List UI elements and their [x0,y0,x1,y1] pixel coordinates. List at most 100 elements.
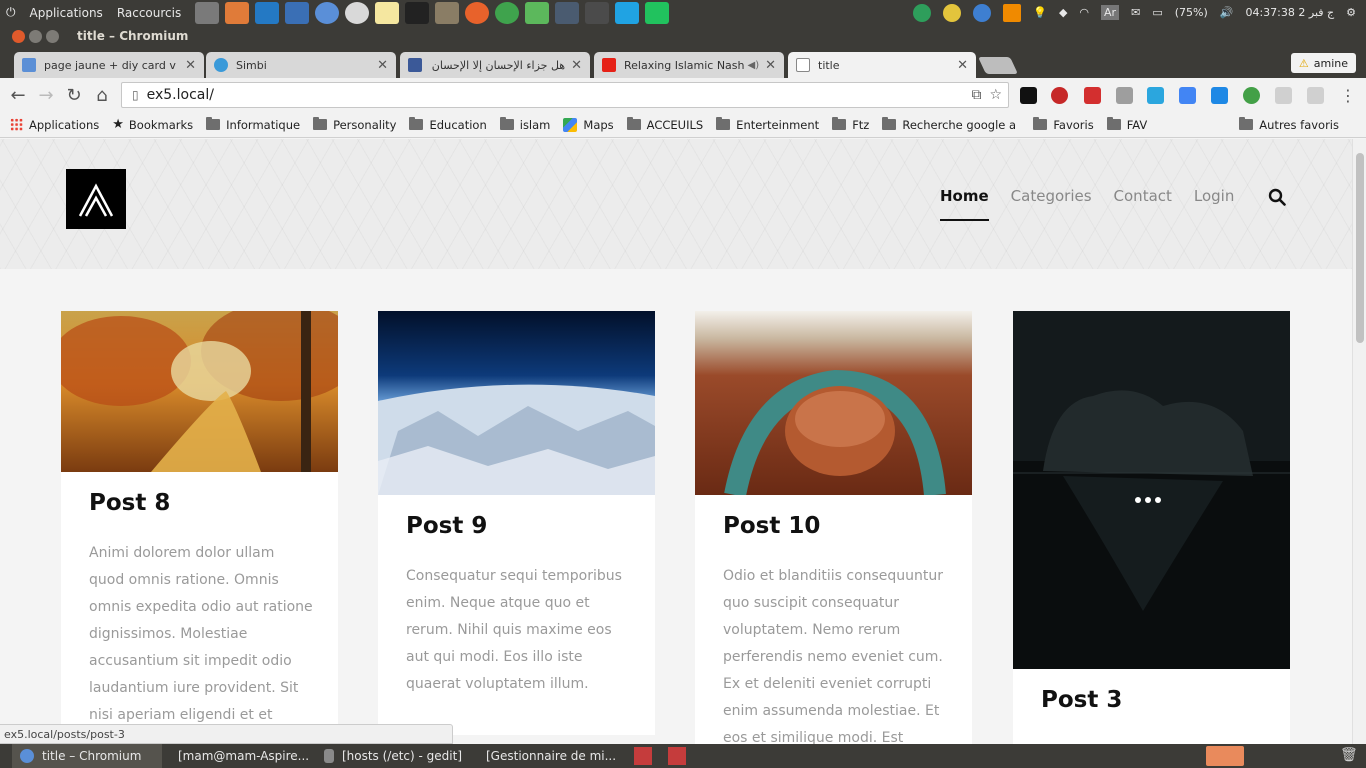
nav-contact[interactable]: Contact [1114,187,1172,221]
menu-dots-icon[interactable]: ⋮ [1340,86,1356,105]
dropbox-icon[interactable]: ◆ [1059,6,1067,19]
post-title[interactable]: Post 3 [1041,687,1262,713]
terminal-icon[interactable] [555,1,580,24]
bookmark-folder-informatique[interactable]: Informatique [206,117,300,132]
post-card[interactable]: Post 8 Animi dolorem dolor ullam quod om… [61,311,338,744]
extension-cast-icon[interactable] [1275,87,1292,104]
keyboard-layout[interactable]: Ar [1101,5,1120,20]
checklist-icon[interactable] [525,1,550,24]
forward-arrow-icon[interactable]: → [32,85,60,106]
task-software-manager[interactable]: [Gestionnaire de mi... [470,744,624,768]
post-title[interactable]: Post 9 [406,513,627,539]
post-thumbnail-dark-island[interactable] [1013,311,1290,669]
post-thumbnail-autumn-forest[interactable] [61,311,338,472]
site-logo[interactable] [66,169,126,229]
show-desktop-icon[interactable] [0,744,12,768]
tab-facebook-post[interactable]: هل جزاء الإحسان إلا الإحسان ✕ [400,52,590,78]
post-thumbnail-canyon[interactable] [695,311,972,495]
search-icon[interactable] [1268,188,1286,206]
extension-window-icon[interactable] [1147,87,1164,104]
bookmark-folder-personality[interactable]: Personality [313,117,396,132]
sublime-icon[interactable] [585,1,610,24]
post-card[interactable]: Post 9 Consequatur sequi temporibus enim… [378,311,655,735]
post-title[interactable]: Post 10 [723,513,944,539]
bookmark-folder-fav[interactable]: FAV [1106,117,1147,132]
minimize-window-button[interactable] [29,29,42,43]
bookmark-folder-education[interactable]: Education [409,117,487,132]
lightbulb-icon[interactable]: 💡 [1033,6,1047,19]
workspace-icon[interactable] [634,747,652,765]
nav-login[interactable]: Login [1194,187,1234,221]
translate-icon[interactable]: ⧉ [971,87,981,103]
post-title[interactable]: Post 8 [89,490,310,516]
calculator-icon[interactable] [195,1,220,24]
bookmark-applications[interactable]: Applications [10,118,99,132]
workspace-icon[interactable] [668,747,686,765]
task-gedit[interactable]: [hosts (/etc) - gedit] [316,744,470,768]
bookmark-bookmarks[interactable]: ★ Bookmarks [112,117,193,132]
tab-page-jaune[interactable]: page jaune + diy card v + w ✕ [14,52,204,78]
opera-icon[interactable] [345,1,370,24]
firefox-icon[interactable] [465,1,490,24]
mail-icon[interactable]: ✉ [1131,6,1140,19]
settings-gear-icon[interactable]: ⚙ [1346,6,1356,19]
url-text[interactable]: ex5.local/ [147,87,214,103]
bookmark-other-favorites[interactable]: Autres favoris [1239,117,1339,132]
new-tab-button[interactable] [978,57,1018,74]
page-info-icon[interactable]: ▯ [132,88,139,102]
extension-recycle-icon[interactable] [1243,87,1260,104]
tab-youtube-nasheed[interactable]: Relaxing Islamic Nashe ◀) ✕ [594,52,784,78]
reload-icon[interactable]: ↻ [60,85,88,106]
vscode-icon[interactable] [255,1,280,24]
page-scrollbar[interactable] [1352,139,1366,744]
chromium-icon[interactable] [315,1,340,24]
bookmark-folder-enterteinment[interactable]: Enterteinment [716,117,819,132]
extension-hi-icon[interactable] [1211,87,1228,104]
applications-menu[interactable]: Applications [30,6,103,20]
extension-bookmark-icon[interactable] [1084,87,1101,104]
volume-icon[interactable]: 🔊 [1220,6,1234,19]
extension-shield-icon[interactable] [1116,87,1133,104]
close-tab-icon[interactable]: ✕ [765,58,776,73]
inkscape-icon[interactable] [405,1,430,24]
extension-adblock-icon[interactable] [1051,87,1068,104]
audio-playing-icon[interactable]: ◀) [748,60,760,71]
close-window-button[interactable] [12,29,25,43]
wifi-icon[interactable]: ◠ [1079,6,1089,19]
pycharm-icon[interactable] [645,1,670,24]
power-icon[interactable]: ⏻ [6,5,16,20]
extension-google-translate-icon[interactable] [1179,87,1196,104]
task-terminal[interactable]: [mam@mam-Aspire... [162,744,316,768]
extension-move-icon[interactable] [1307,87,1324,104]
maximize-window-button[interactable] [46,29,59,43]
trash-icon[interactable]: 🗑 [1340,747,1358,763]
post-thumbnail-earth-from-space[interactable] [378,311,655,495]
weather-icon[interactable] [973,3,992,22]
battery-icon[interactable]: ▭ [1152,6,1162,19]
profile-button[interactable]: ⚠ amine [1290,53,1356,73]
back-arrow-icon[interactable]: ← [4,85,32,106]
files-icon[interactable] [225,1,250,24]
clock[interactable]: ج فبر 2 04:37:38 [1245,6,1334,19]
close-tab-icon[interactable]: ✕ [571,58,582,73]
tab-simbi[interactable]: Simbi ✕ [206,52,396,78]
task-chromium[interactable]: title – Chromium [12,744,162,768]
nav-categories[interactable]: Categories [1011,187,1092,221]
post-card[interactable]: Post 3 [1013,311,1290,744]
bookmark-folder-recherche[interactable]: Recherche google a b [882,117,1020,132]
post-card[interactable]: Post 10 Odio et blanditiis consequuntur … [695,311,972,744]
bookmark-star-icon[interactable]: ☆ [989,87,1002,103]
shortcuts-menu[interactable]: Raccourcis [117,6,181,20]
extension-flipboard-icon[interactable] [1020,87,1037,104]
tab-title-active[interactable]: title ✕ [788,52,976,78]
scrollbar-thumb[interactable] [1356,153,1364,343]
bookmark-folder-acceuils[interactable]: ACCEUILS [626,117,703,132]
address-bar[interactable]: ▯ ex5.local/ ⧉ ☆ [121,82,1009,108]
bookmark-folder-favoris[interactable]: Favoris [1033,117,1094,132]
chromium-tray-icon[interactable] [1206,746,1244,766]
webstorm-icon[interactable] [615,1,640,24]
bookmark-folder-islam[interactable]: islam [499,117,550,132]
close-tab-icon[interactable]: ✕ [957,58,968,73]
tasks-icon[interactable] [495,1,520,24]
notes-icon[interactable] [375,1,400,24]
